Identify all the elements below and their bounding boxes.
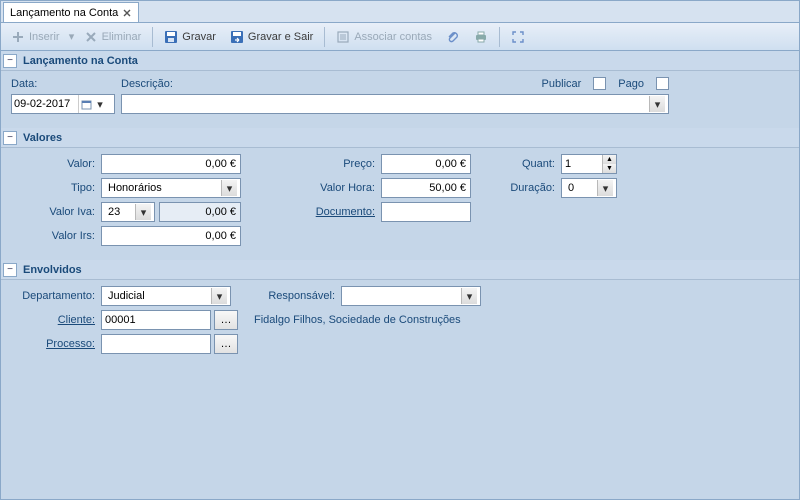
spin-up-icon[interactable]: ▲ — [603, 155, 616, 164]
collapse-button[interactable]: − — [3, 131, 17, 145]
expand-button[interactable] — [505, 27, 531, 47]
preco-input[interactable] — [381, 154, 471, 174]
tipo-combo[interactable]: Honorários ▾ — [101, 178, 241, 198]
calendar-icon[interactable] — [78, 95, 94, 113]
chevron-down-icon[interactable]: ▾ — [94, 98, 106, 111]
duracao-value: 0 — [565, 182, 597, 194]
tab-title: Lançamento na Conta — [10, 7, 118, 19]
valor-iva-label: Valor Iva: — [11, 206, 101, 218]
duracao-label: Duração: — [501, 182, 561, 194]
inserir-button[interactable]: Inserir — [5, 27, 66, 47]
tipo-label: Tipo: — [11, 182, 101, 194]
quant-spinner[interactable]: ▲ ▼ — [561, 154, 617, 174]
section-header-envolvidos: − Envolvidos — [1, 260, 799, 280]
eliminar-button[interactable]: Eliminar — [78, 27, 148, 47]
section-header-lancamento: − Lançamento na Conta — [1, 51, 799, 71]
descricao-combo[interactable]: ▾ — [121, 94, 669, 114]
processo-lookup-button[interactable]: … — [214, 334, 238, 354]
print-button[interactable] — [468, 27, 494, 47]
chevron-down-icon[interactable]: ▾ — [597, 180, 613, 196]
documento-input[interactable] — [381, 202, 471, 222]
valor-label: Valor: — [11, 158, 101, 170]
valor-input[interactable] — [101, 154, 241, 174]
responsavel-label: Responsável: — [261, 290, 341, 302]
panel-valores: Valor: Preço: Quant: ▲ ▼ Tipo: Honorário… — [1, 148, 799, 260]
data-field[interactable]: ▾ — [11, 94, 115, 114]
plus-icon — [11, 30, 25, 44]
iva-rate-value: 23 — [105, 206, 135, 218]
valor-hora-label: Valor Hora: — [301, 182, 381, 194]
pago-label: Pago — [618, 78, 650, 90]
close-icon[interactable] — [122, 8, 132, 18]
descricao-label: Descrição: — [121, 78, 201, 90]
publicar-checkbox[interactable] — [593, 77, 606, 90]
separator — [499, 27, 500, 47]
descricao-input[interactable] — [125, 95, 649, 113]
save-exit-icon — [230, 30, 244, 44]
processo-input[interactable] — [101, 334, 211, 354]
separator — [324, 27, 325, 47]
chevron-down-icon[interactable]: ▾ — [461, 288, 477, 304]
responsavel-combo[interactable]: ▾ — [341, 286, 481, 306]
chevron-down-icon[interactable]: ▾ — [221, 180, 237, 196]
iva-value-input — [159, 202, 241, 222]
departamento-label: Departamento: — [11, 290, 101, 302]
cliente-link[interactable]: Cliente: — [11, 314, 101, 326]
section-title: Lançamento na Conta — [23, 55, 138, 67]
valor-irs-label: Valor Irs: — [11, 230, 101, 242]
paperclip-icon — [446, 30, 460, 44]
toolbar: Inserir ▾ Eliminar Gravar Gravar e Sair — [1, 23, 799, 51]
cliente-lookup-button[interactable]: … — [214, 310, 238, 330]
chevron-down-icon[interactable]: ▾ — [649, 96, 665, 112]
irs-input[interactable] — [101, 226, 241, 246]
cliente-name: Fidalgo Filhos, Sociedade de Construções — [254, 314, 461, 326]
printer-icon — [474, 30, 488, 44]
ellipsis-icon: … — [221, 314, 232, 326]
gravar-sair-button[interactable]: Gravar e Sair — [224, 27, 319, 47]
inserir-dropdown[interactable]: ▾ — [68, 30, 76, 43]
tab-bar: Lançamento na Conta — [1, 1, 799, 23]
attachment-button[interactable] — [440, 27, 466, 47]
quant-label: Quant: — [501, 158, 561, 170]
section-header-valores: − Valores — [1, 128, 799, 148]
panel-lancamento: Data: Descrição: Publicar Pago ▾ — [1, 71, 799, 128]
departamento-value: Judicial — [105, 290, 211, 302]
departamento-combo[interactable]: Judicial ▾ — [101, 286, 231, 306]
processo-link[interactable]: Processo: — [11, 338, 101, 350]
cliente-input[interactable] — [101, 310, 211, 330]
fullscreen-icon — [511, 30, 525, 44]
pago-checkbox[interactable] — [656, 77, 669, 90]
quant-input[interactable] — [562, 155, 602, 173]
tipo-value: Honorários — [105, 182, 221, 194]
valor-hora-input[interactable] — [381, 178, 471, 198]
separator — [152, 27, 153, 47]
chevron-down-icon[interactable]: ▾ — [211, 288, 227, 304]
preco-label: Preço: — [301, 158, 381, 170]
collapse-button[interactable]: − — [3, 54, 17, 68]
save-icon — [164, 30, 178, 44]
panel-envolvidos: Departamento: Judicial ▾ Responsável: ▾ … — [1, 280, 799, 368]
tab-lancamento[interactable]: Lançamento na Conta — [3, 2, 139, 22]
chevron-down-icon[interactable]: ▾ — [135, 204, 151, 220]
iva-rate-combo[interactable]: 23 ▾ — [101, 202, 155, 222]
collapse-button[interactable]: − — [3, 263, 17, 277]
section-title: Envolvidos — [23, 264, 82, 276]
ellipsis-icon: … — [221, 338, 232, 350]
link-accounts-icon — [336, 30, 350, 44]
gravar-button[interactable]: Gravar — [158, 27, 222, 47]
documento-link[interactable]: Documento: — [301, 206, 381, 218]
associar-button[interactable]: Associar contas — [330, 27, 438, 47]
publicar-label: Publicar — [542, 78, 588, 90]
duracao-combo[interactable]: 0 ▾ — [561, 178, 617, 198]
section-title: Valores — [23, 132, 62, 144]
delete-icon — [84, 30, 98, 44]
data-label: Data: — [11, 78, 71, 90]
data-input[interactable] — [12, 95, 78, 113]
spin-down-icon[interactable]: ▼ — [603, 164, 616, 173]
